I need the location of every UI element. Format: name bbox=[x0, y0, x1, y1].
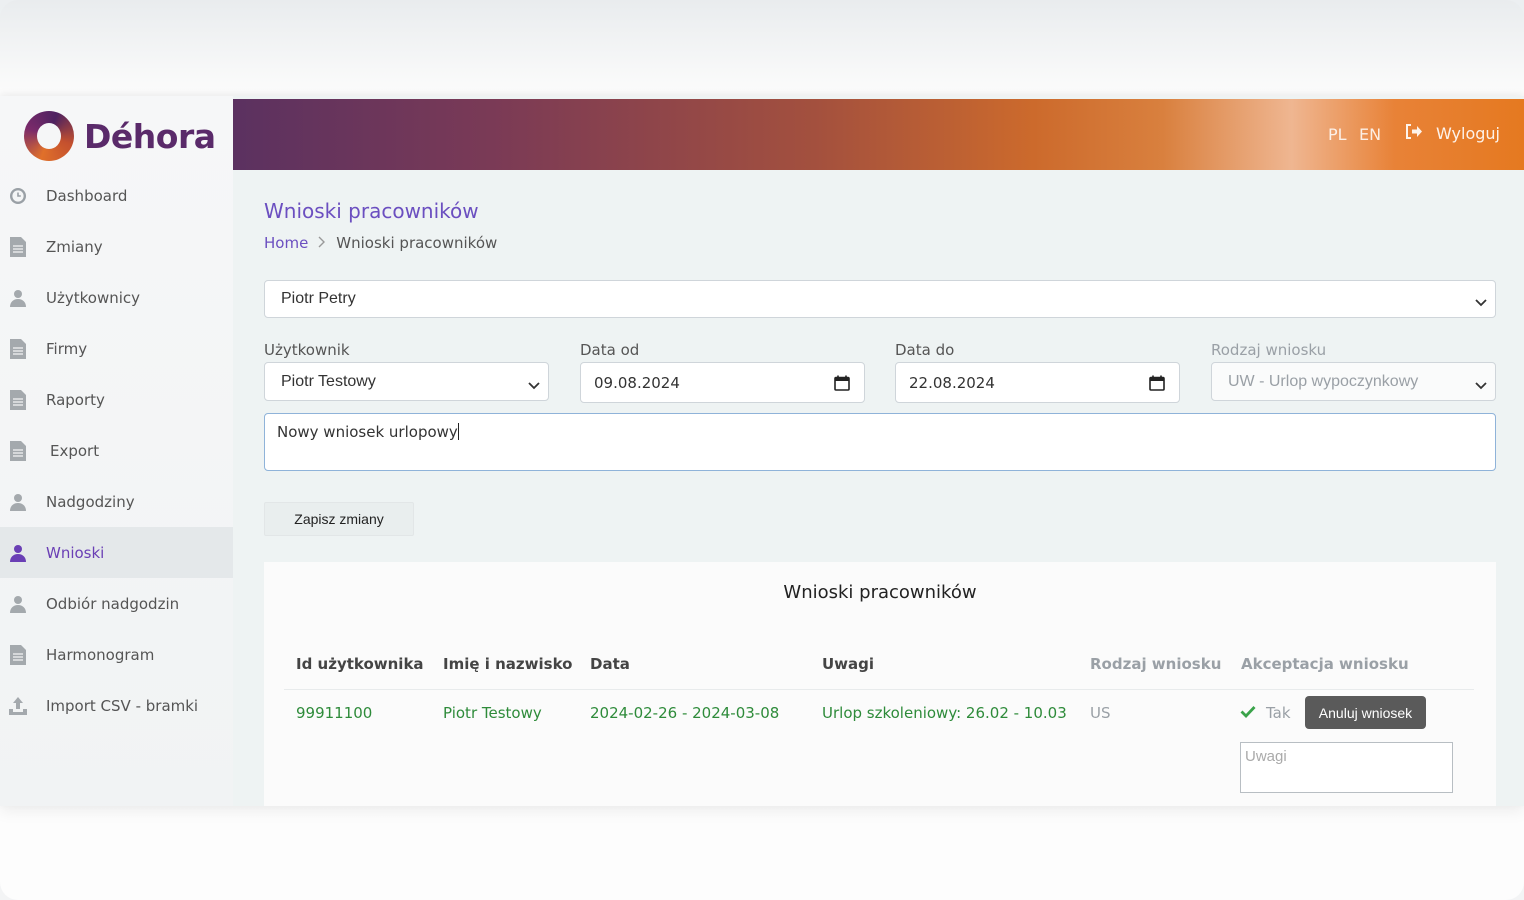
cancel-request-button[interactable]: Anuluj wniosek bbox=[1305, 696, 1426, 729]
chevron-right-icon bbox=[318, 234, 326, 252]
date-to-label: Data do bbox=[895, 341, 955, 359]
request-type-value: UW - Urlop wypoczynkowy bbox=[1228, 372, 1419, 390]
save-button[interactable]: Zapisz zmiany bbox=[264, 502, 414, 536]
document-icon bbox=[8, 440, 28, 462]
user-field-label: Użytkownik bbox=[264, 341, 350, 359]
column-header-notes[interactable]: Uwagi bbox=[822, 655, 874, 673]
user-icon bbox=[8, 491, 28, 513]
employee-select-value: Piotr Petry bbox=[281, 290, 356, 307]
sidebar-item-uzytkownicy[interactable]: Użytkownicy bbox=[0, 272, 233, 323]
sidebar-item-label: Odbiór nadgodzin bbox=[46, 594, 180, 613]
sidebar-item-label: Export bbox=[50, 441, 100, 460]
sidebar-item-label: Wnioski bbox=[46, 543, 105, 562]
breadcrumb-home-link[interactable]: Home bbox=[264, 234, 308, 252]
sidebar-item-nadgodziny[interactable]: Nadgodziny bbox=[0, 476, 233, 527]
date-from-input[interactable]: 09.08.2024 bbox=[580, 362, 865, 403]
document-icon bbox=[8, 644, 28, 666]
sidebar-item-odbior-nadgodzin[interactable]: Odbiór nadgodzin bbox=[0, 578, 233, 629]
column-header-name[interactable]: Imię i nazwisko bbox=[443, 655, 572, 673]
document-icon bbox=[8, 389, 28, 411]
sidebar-item-raporty[interactable]: Raporty bbox=[0, 374, 233, 425]
acceptance-status: Tak bbox=[1240, 704, 1291, 722]
app-container: Déhora Dashboard Zmiany Użytkownicy Firm… bbox=[0, 96, 1524, 806]
cell-request-type: US bbox=[1090, 704, 1111, 722]
page-title: Wnioski pracowników bbox=[264, 199, 479, 223]
date-to-input[interactable]: 22.08.2024 bbox=[895, 362, 1180, 403]
user-icon bbox=[8, 287, 28, 309]
column-header-date[interactable]: Data bbox=[590, 655, 630, 673]
remarks-input[interactable]: Uwagi bbox=[1240, 742, 1453, 793]
date-from-label: Data od bbox=[580, 341, 640, 359]
document-icon bbox=[8, 236, 28, 258]
user-icon bbox=[8, 542, 28, 564]
breadcrumb: Home Wnioski pracowników bbox=[264, 234, 497, 252]
chevron-down-icon bbox=[1475, 294, 1487, 312]
text-caret bbox=[457, 423, 459, 440]
column-header-acceptance[interactable]: Akceptacja wniosku bbox=[1241, 655, 1409, 673]
sidebar-item-export[interactable]: Export bbox=[0, 425, 233, 476]
sidebar-item-label: Raporty bbox=[46, 390, 105, 409]
checkmark-icon bbox=[1240, 704, 1256, 722]
date-to-value: 22.08.2024 bbox=[909, 373, 995, 392]
user-select[interactable]: Piotr Testowy bbox=[264, 362, 549, 401]
brand-name: Déhora bbox=[84, 116, 216, 156]
sidebar-item-harmonogram[interactable]: Harmonogram bbox=[0, 629, 233, 680]
request-note-textarea[interactable]: Nowy wniosek urlopowy bbox=[264, 413, 1496, 471]
sidebar-item-label: Nadgodziny bbox=[46, 492, 135, 511]
user-select-value: Piotr Testowy bbox=[281, 372, 376, 390]
document-icon bbox=[8, 338, 28, 360]
sidebar-item-label: Użytkownicy bbox=[46, 288, 141, 307]
clock-icon bbox=[8, 185, 28, 207]
cell-note: Urlop szkoleniowy: 26.02 - 10.03 bbox=[822, 704, 1067, 722]
sidebar-item-zmiany[interactable]: Zmiany bbox=[0, 221, 233, 272]
brand-logo[interactable]: Déhora bbox=[24, 110, 216, 162]
column-header-user-id[interactable]: Id użytkownika bbox=[296, 655, 424, 673]
request-type-select[interactable]: UW - Urlop wypoczynkowy bbox=[1211, 362, 1496, 401]
cell-date: 2024-02-26 - 2024-03-08 bbox=[590, 704, 780, 722]
chevron-down-icon bbox=[1475, 377, 1487, 395]
sidebar-item-label: Harmonogram bbox=[46, 645, 155, 664]
request-note-value: Nowy wniosek urlopowy bbox=[277, 423, 458, 441]
request-type-label: Rodzaj wniosku bbox=[1211, 341, 1327, 359]
calendar-icon[interactable] bbox=[1149, 375, 1165, 395]
breadcrumb-current: Wnioski pracowników bbox=[336, 234, 498, 252]
logo-mark-icon bbox=[24, 111, 74, 161]
cell-name: Piotr Testowy bbox=[443, 704, 542, 722]
main-content: Wnioski pracowników Home Wnioski pracown… bbox=[264, 96, 1496, 806]
sidebar-item-wnioski[interactable]: Wnioski bbox=[0, 527, 233, 578]
user-icon bbox=[8, 593, 28, 615]
sidebar-item-dashboard[interactable]: Dashboard bbox=[0, 170, 233, 221]
table-title: Wnioski pracowników bbox=[783, 582, 977, 603]
chevron-down-icon bbox=[528, 377, 540, 395]
cell-user-id: 99911100 bbox=[296, 704, 373, 722]
sidebar-nav: Dashboard Zmiany Użytkownicy Firmy Rapor… bbox=[0, 170, 233, 731]
sidebar-item-label: Dashboard bbox=[46, 186, 128, 205]
sidebar-item-label: Firmy bbox=[46, 339, 88, 358]
sidebar-item-firmy[interactable]: Firmy bbox=[0, 323, 233, 374]
employee-select[interactable]: Piotr Petry bbox=[264, 280, 1496, 318]
date-from-value: 09.08.2024 bbox=[594, 373, 680, 392]
table-divider bbox=[284, 689, 1474, 690]
sidebar: Déhora Dashboard Zmiany Użytkownicy Firm… bbox=[0, 96, 233, 806]
requests-table-card: Wnioski pracowników Id użytkownika Imię … bbox=[264, 562, 1496, 806]
sidebar-item-label: Zmiany bbox=[46, 237, 103, 256]
window-frame: Déhora Dashboard Zmiany Użytkownicy Firm… bbox=[0, 0, 1524, 900]
sidebar-item-label: Import CSV - bramki bbox=[46, 696, 199, 715]
acceptance-label: Tak bbox=[1266, 704, 1291, 722]
calendar-icon[interactable] bbox=[834, 375, 850, 395]
column-header-request-type[interactable]: Rodzaj wniosku bbox=[1090, 655, 1221, 673]
sidebar-item-import-csv[interactable]: Import CSV - bramki bbox=[0, 680, 233, 731]
upload-icon bbox=[8, 695, 28, 717]
